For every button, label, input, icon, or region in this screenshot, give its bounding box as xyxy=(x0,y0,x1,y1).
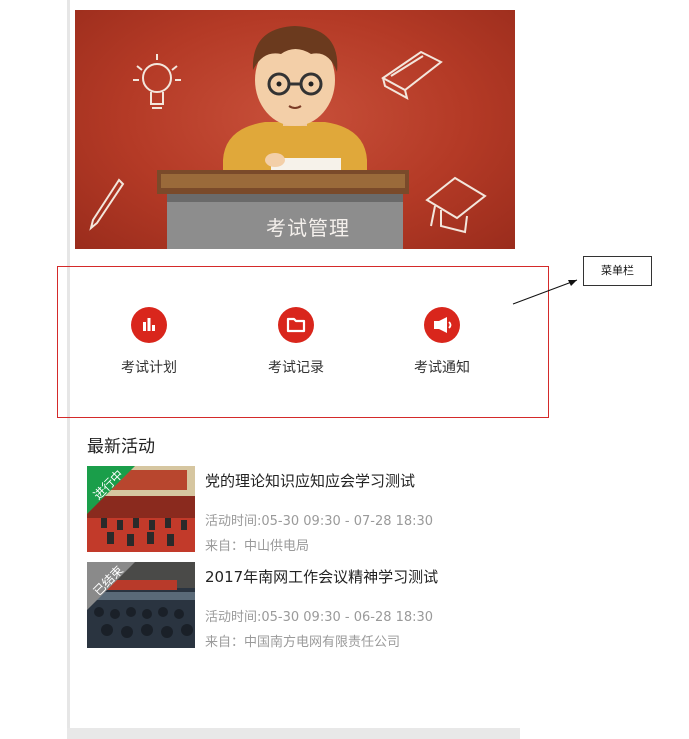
activity-source: 来自：中山供电局 xyxy=(205,539,310,554)
activity-source: 来自：中国南方电网有限责任公司 xyxy=(205,635,401,650)
section-title-latest-activities: 最新活动 xyxy=(87,437,155,457)
menu-item-exam-notice[interactable]: 考试通知 xyxy=(387,307,497,377)
menu-item-label: 考试记录 xyxy=(268,360,324,376)
bar-chart-icon xyxy=(131,307,167,343)
activity-item[interactable]: 进行中 党的理论知识应知应会学习测试 活动时间:05-30 09:30 - 07… xyxy=(87,466,507,554)
book-icon xyxy=(381,50,443,100)
activity-time: 活动时间:05-30 09:30 - 06-28 18:30 xyxy=(205,610,434,625)
menu-bar-callout: 菜单栏 xyxy=(583,256,652,286)
activity-thumbnail: 进行中 xyxy=(87,466,195,552)
activity-thumbnail: 已结束 xyxy=(87,562,195,648)
menu-item-label: 考试计划 xyxy=(121,360,177,376)
activity-title[interactable]: 2017年南网工作会议精神学习测试 xyxy=(205,566,438,587)
activity-item[interactable]: 已结束 2017年南网工作会议精神学习测试 活动时间:05-30 09:30 -… xyxy=(87,562,507,650)
menu-item-label: 考试通知 xyxy=(414,360,470,376)
activity-time: 活动时间:05-30 09:30 - 07-28 18:30 xyxy=(205,514,434,529)
callout-arrow xyxy=(512,279,578,305)
banner-title: 考试管理 xyxy=(266,216,350,240)
bottom-scroll-bar xyxy=(67,728,520,739)
pen-icon xyxy=(89,178,125,231)
lightbulb-icon xyxy=(133,54,181,109)
exam-management-banner: 考试管理 xyxy=(75,10,515,249)
activity-title[interactable]: 党的理论知识应知应会学习测试 xyxy=(205,470,415,491)
megaphone-icon xyxy=(424,307,460,343)
student-illustration xyxy=(223,26,367,180)
menu-bar: 考试计划 考试记录 考试通知 xyxy=(57,266,549,418)
menu-item-exam-plan[interactable]: 考试计划 xyxy=(94,307,204,377)
folder-icon xyxy=(278,307,314,343)
graduation-cap-icon xyxy=(425,176,487,234)
menu-item-exam-records[interactable]: 考试记录 xyxy=(241,307,351,377)
